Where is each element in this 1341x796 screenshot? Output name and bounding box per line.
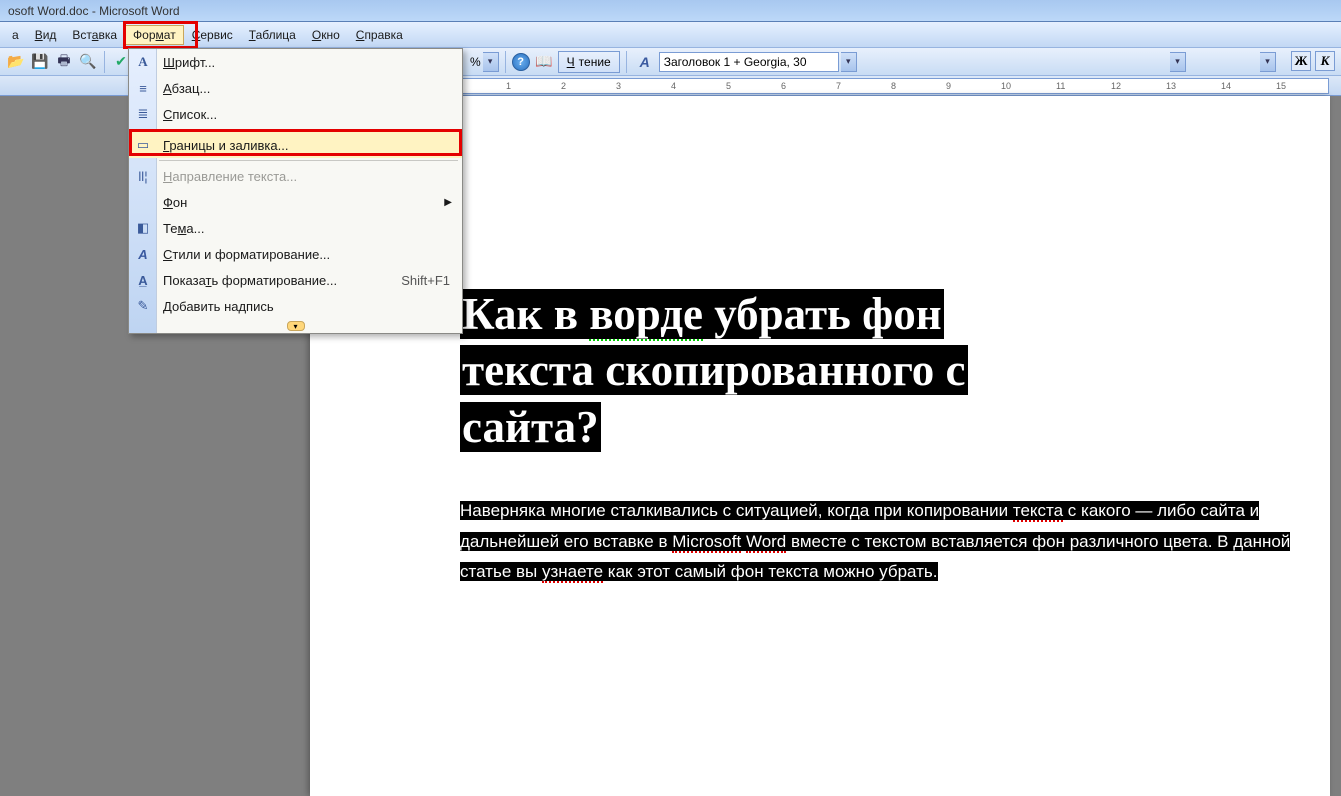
menu-bar: а Вид Вставка Формат Сервис Таблица Окно… bbox=[0, 22, 1341, 48]
reading-mode-button[interactable]: Чтение bbox=[558, 51, 620, 73]
menu-separator bbox=[159, 129, 458, 130]
help-icon[interactable]: ? bbox=[512, 53, 530, 71]
document-paragraph[interactable]: Наверняка многие сталкивались с ситуацие… bbox=[460, 496, 1320, 588]
size-dropdown-arrow[interactable]: ▾ bbox=[1260, 52, 1276, 72]
ruler-tick: 14 bbox=[1221, 81, 1231, 91]
grammar-error: текста bbox=[1013, 501, 1063, 522]
save-icon[interactable]: 💾 bbox=[29, 51, 51, 73]
list-icon: ≣ bbox=[133, 104, 153, 124]
bold-button[interactable]: Ж bbox=[1291, 51, 1311, 71]
menu-file-partial[interactable]: а bbox=[4, 25, 27, 45]
open-icon[interactable]: 📂 bbox=[5, 51, 27, 73]
menu-background[interactable]: Фон ▶ bbox=[129, 189, 462, 215]
shortcut-label: Shift+F1 bbox=[401, 273, 462, 288]
ruler-tick: 5 bbox=[726, 81, 731, 91]
ruler-tick: 10 bbox=[1001, 81, 1011, 91]
menu-insert[interactable]: Вставка bbox=[64, 25, 125, 45]
theme-icon: ◧ bbox=[133, 218, 153, 238]
preview-icon[interactable]: 🔍 bbox=[77, 51, 99, 73]
toolbar-separator bbox=[104, 51, 105, 73]
grammar-error: Word bbox=[746, 532, 786, 553]
toolbar-separator bbox=[626, 51, 627, 73]
menu-format[interactable]: Формат bbox=[125, 25, 184, 45]
document-heading[interactable]: Как в ворде убрать фон текста скопирован… bbox=[460, 286, 968, 455]
toolbar-separator bbox=[505, 51, 506, 73]
format-dropdown-menu: A Шрифт... ≡ Абзац... ≣ Список... ▭ Гран… bbox=[128, 48, 463, 334]
ruler-tick: 3 bbox=[616, 81, 621, 91]
grammar-error: узнаете bbox=[542, 562, 603, 583]
menu-reveal-formatting[interactable]: A̲ Показать форматирование... Shift+F1 bbox=[129, 267, 462, 293]
ruler-tick: 7 bbox=[836, 81, 841, 91]
document-page[interactable]: Как в ворде убрать фон текста скопирован… bbox=[310, 96, 1330, 796]
styles-icon: A bbox=[133, 244, 153, 264]
window-title: osoft Word.doc - Microsoft Word bbox=[8, 4, 180, 18]
menu-styles-formatting[interactable]: A Стили и форматирование... bbox=[129, 241, 462, 267]
ruler-tick: 15 bbox=[1276, 81, 1286, 91]
spell-error: ворде bbox=[589, 289, 703, 341]
styles-icon[interactable]: A bbox=[634, 51, 656, 73]
ruler-tick: 4 bbox=[671, 81, 676, 91]
menu-separator bbox=[159, 160, 458, 161]
menu-tools[interactable]: Сервис bbox=[184, 25, 241, 45]
grammar-error: Microsoft bbox=[672, 532, 741, 553]
menu-add-textbox[interactable]: ✎ Добавить надпись bbox=[129, 293, 462, 319]
paragraph-icon: ≡ bbox=[133, 78, 153, 98]
font-icon: A bbox=[133, 52, 153, 72]
menu-borders-shading[interactable]: ▭ Границы и заливка... bbox=[129, 132, 462, 158]
ruler-tick: 11 bbox=[1056, 81, 1065, 91]
ruler-tick: 13 bbox=[1166, 81, 1176, 91]
menu-expand[interactable]: ▾ bbox=[129, 319, 462, 333]
menu-font[interactable]: A Шрифт... bbox=[129, 49, 462, 75]
text-direction-icon: ll¦ bbox=[133, 166, 153, 186]
blank-icon bbox=[133, 192, 153, 212]
menu-paragraph[interactable]: ≡ Абзац... bbox=[129, 75, 462, 101]
reading-layout-icon[interactable]: 📖 bbox=[533, 51, 555, 73]
menu-theme[interactable]: ◧ Тема... bbox=[129, 215, 462, 241]
print-icon[interactable]: 🖶 bbox=[53, 51, 75, 73]
ruler-tick: 2 bbox=[561, 81, 566, 91]
ruler-tick: 6 bbox=[781, 81, 786, 91]
format-buttons: Ж К bbox=[1291, 51, 1335, 71]
style-dropdown-arrow[interactable]: ▾ bbox=[841, 52, 857, 72]
ruler-tick: 8 bbox=[891, 81, 896, 91]
reveal-format-icon: A̲ bbox=[133, 270, 153, 290]
title-bar: osoft Word.doc - Microsoft Word bbox=[0, 0, 1341, 22]
italic-button[interactable]: К bbox=[1315, 51, 1335, 71]
zoom-dropdown-arrow[interactable]: ▾ bbox=[483, 52, 499, 72]
borders-icon: ▭ bbox=[133, 135, 153, 155]
menu-help[interactable]: Справка bbox=[348, 25, 411, 45]
menu-text-direction: ll¦ Направление текста... bbox=[129, 163, 462, 189]
font-dropdown-arrow[interactable]: ▾ bbox=[1170, 52, 1186, 72]
ruler-tick: 9 bbox=[946, 81, 951, 91]
menu-view[interactable]: Вид bbox=[27, 25, 65, 45]
zoom-percent: % bbox=[470, 55, 481, 69]
menu-list[interactable]: ≣ Список... bbox=[129, 101, 462, 127]
ruler-tick: 1 bbox=[506, 81, 511, 91]
style-selector[interactable]: Заголовок 1 + Georgia, 30 bbox=[659, 52, 839, 72]
submenu-arrow-icon: ▶ bbox=[444, 197, 462, 208]
textbox-icon: ✎ bbox=[133, 296, 153, 316]
ruler-tick: 12 bbox=[1111, 81, 1121, 91]
chevron-down-icon: ▾ bbox=[287, 321, 305, 331]
menu-table[interactable]: Таблица bbox=[241, 25, 304, 45]
menu-window[interactable]: Окно bbox=[304, 25, 348, 45]
